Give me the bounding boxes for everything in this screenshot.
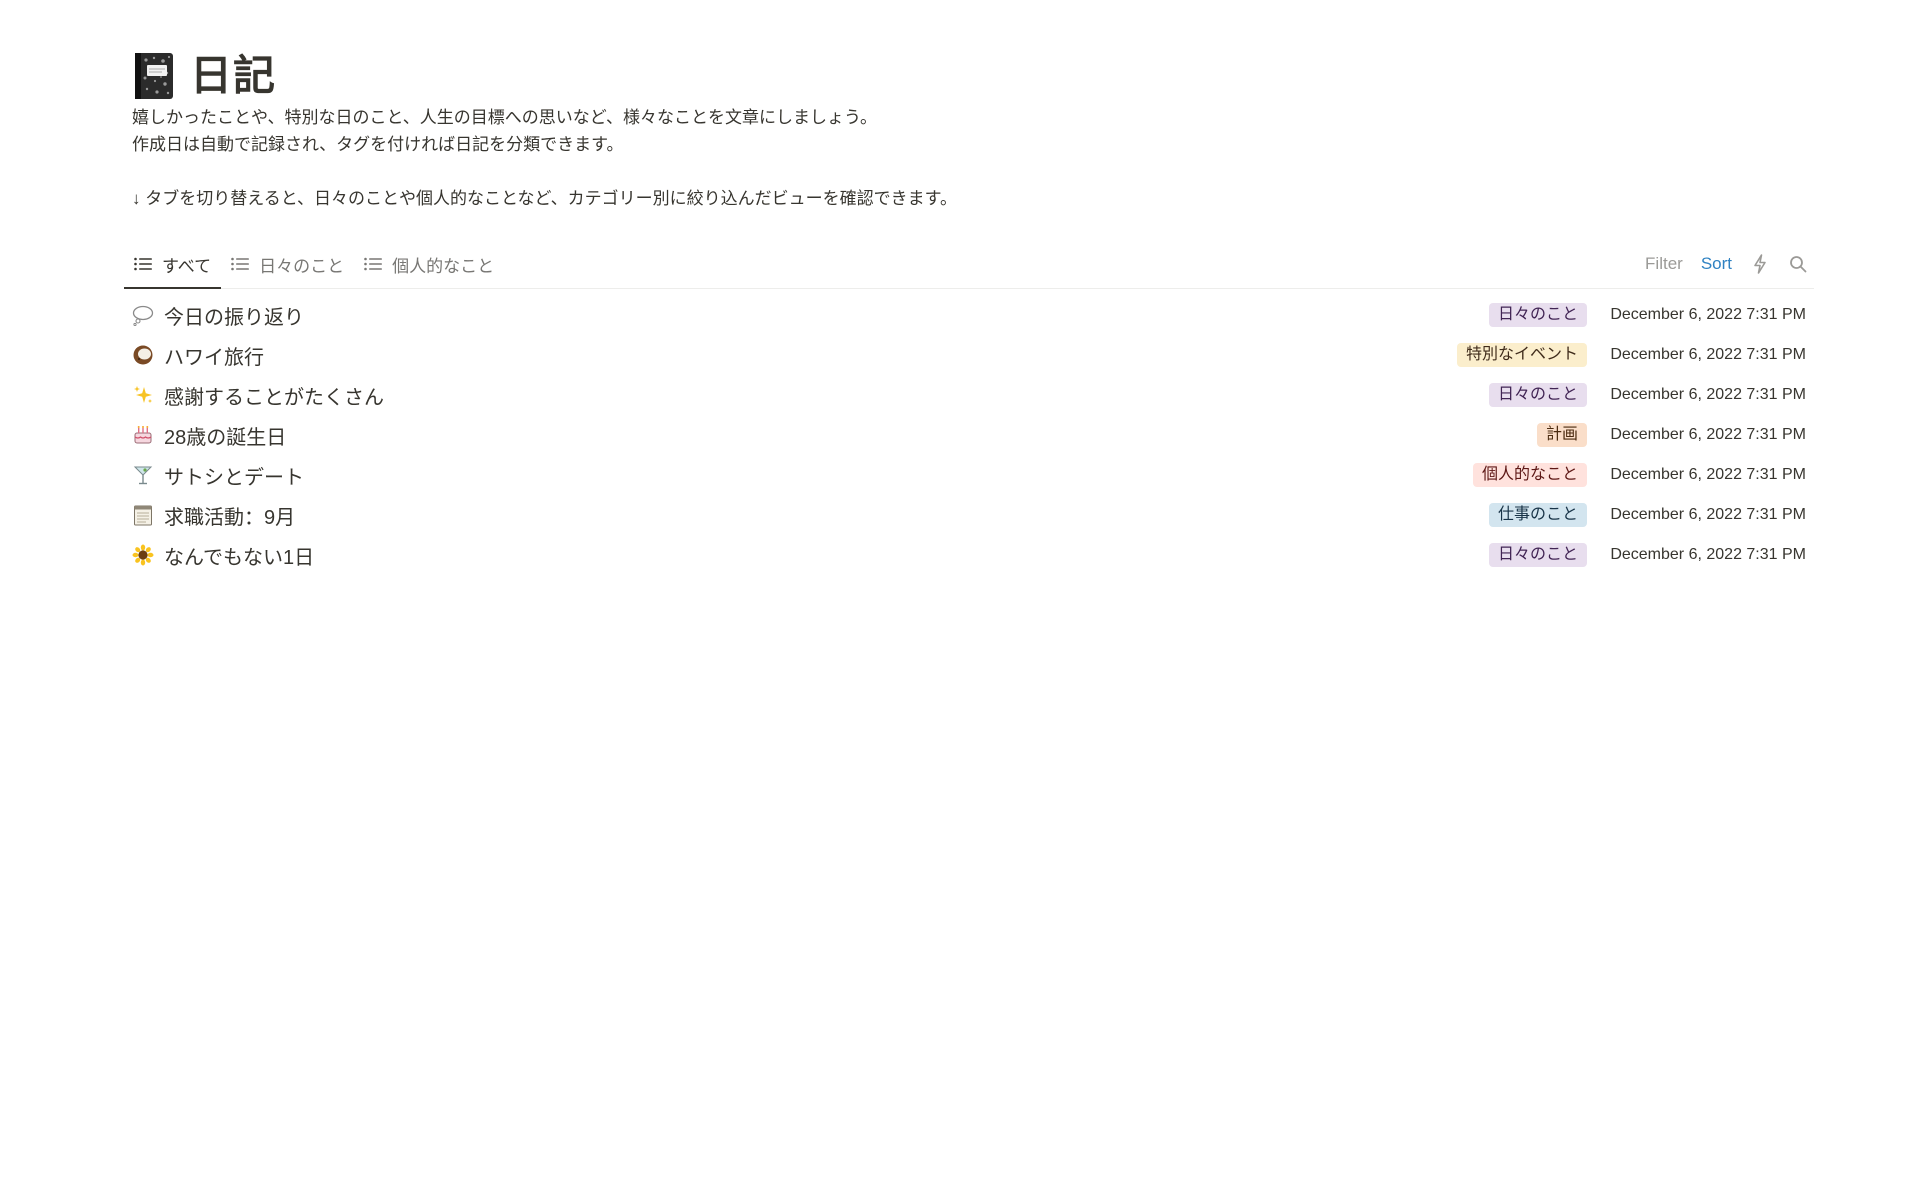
entry-title[interactable]: ハワイ旅行 xyxy=(164,341,264,370)
lightning-icon[interactable] xyxy=(1750,254,1770,274)
list-item[interactable]: 28歳の誕生日 計画 December 6, 2022 7:31 PM xyxy=(124,415,1814,455)
sunflower-icon xyxy=(132,544,154,566)
tag-badge: 計画 xyxy=(1536,423,1587,447)
entry-title[interactable]: 求職活動：9月 xyxy=(164,501,295,530)
created-date: December 6, 2022 7:31 PM xyxy=(1610,506,1806,523)
entry-list: 今日の振り返り 日々のこと December 6, 2022 7:31 PM ハ… xyxy=(124,295,1814,575)
tab-label: 個人的なこと xyxy=(392,256,495,276)
entry-title[interactable]: 今日の振り返り xyxy=(164,301,304,330)
list-item[interactable]: サトシとデート 個人的なこと December 6, 2022 7:31 PM xyxy=(124,455,1814,495)
entry-properties: 特別なイベント December 6, 2022 7:31 PM xyxy=(1456,335,1806,375)
page-title[interactable]: 日記 xyxy=(190,48,276,104)
entry-title[interactable]: 28歳の誕生日 xyxy=(164,421,286,450)
list-icon xyxy=(231,257,250,271)
search-icon[interactable] xyxy=(1788,254,1808,274)
entry-properties: 日々のこと December 6, 2022 7:31 PM xyxy=(1488,295,1806,335)
created-date: December 6, 2022 7:31 PM xyxy=(1610,346,1806,363)
entry-properties: 日々のこと December 6, 2022 7:31 PM xyxy=(1488,535,1806,575)
tag-badge: 特別なイベント xyxy=(1456,343,1587,367)
description-line: 嬉しかったことや、特別な日のこと、人生の目標への思いなど、様々なことを文章にしま… xyxy=(132,108,877,127)
list-icon xyxy=(364,257,383,271)
entry-properties: 計画 December 6, 2022 7:31 PM xyxy=(1536,415,1806,455)
sort-button[interactable]: Sort xyxy=(1701,254,1732,274)
page-description: 嬉しかったことや、特別な日のこと、人生の目標への思いなど、様々なことを文章にしま… xyxy=(132,104,1814,212)
entry-properties: 仕事のこと December 6, 2022 7:31 PM xyxy=(1488,495,1806,535)
view-toolbar: Filter Sort xyxy=(1645,240,1808,288)
notebook-icon[interactable] xyxy=(132,51,176,101)
created-date: December 6, 2022 7:31 PM xyxy=(1610,386,1806,403)
cocktail-glass-icon xyxy=(132,464,154,486)
coconut-icon xyxy=(132,344,154,366)
title-row: 日記 xyxy=(124,48,1814,104)
list-item[interactable]: なんでもない1日 日々のこと December 6, 2022 7:31 PM xyxy=(124,535,1814,575)
list-icon xyxy=(134,257,152,271)
entry-properties: 個人的なこと December 6, 2022 7:31 PM xyxy=(1472,455,1806,495)
tab-personal[interactable]: 個人的なこと xyxy=(354,240,504,288)
list-item[interactable]: 感謝することがたくさん 日々のこと December 6, 2022 7:31 … xyxy=(124,375,1814,415)
tab-label: すべて xyxy=(162,256,212,276)
entry-title[interactable]: なんでもない1日 xyxy=(164,541,314,570)
created-date: December 6, 2022 7:31 PM xyxy=(1610,306,1806,323)
created-date: December 6, 2022 7:31 PM xyxy=(1610,546,1806,563)
entry-title[interactable]: 感謝することがたくさん xyxy=(164,381,384,410)
tag-badge: 日々のこと xyxy=(1488,543,1587,567)
entry-properties: 日々のこと December 6, 2022 7:31 PM xyxy=(1488,375,1806,415)
tag-badge: 日々のこと xyxy=(1488,383,1587,407)
created-date: December 6, 2022 7:31 PM xyxy=(1610,426,1806,443)
created-date: December 6, 2022 7:31 PM xyxy=(1610,466,1806,483)
view-tabs-bar: すべて 日々のこと 個人的なこと Filter Sort xyxy=(124,240,1814,289)
tab-daily[interactable]: 日々のこと xyxy=(221,240,354,288)
tag-badge: 仕事のこと xyxy=(1488,503,1587,527)
tab-label: 日々のこと xyxy=(259,256,345,276)
sparkles-icon xyxy=(132,384,154,406)
description-line: 作成日は自動で記録され、タグを付ければ日記を分類できます。 xyxy=(132,135,624,154)
tag-badge: 日々のこと xyxy=(1488,303,1587,327)
list-item[interactable]: 今日の振り返り 日々のこと December 6, 2022 7:31 PM xyxy=(124,295,1814,335)
filter-button[interactable]: Filter xyxy=(1645,254,1683,274)
page: 日記 嬉しかったことや、特別な日のこと、人生の目標への思いなど、様々なことを文章… xyxy=(124,0,1814,575)
birthday-cake-icon xyxy=(132,424,154,446)
entry-title[interactable]: サトシとデート xyxy=(164,461,304,490)
description-line: ↓ タブを切り替えると、日々のことや個人的なことなど、カテゴリー別に絞り込んだビ… xyxy=(132,189,957,208)
notepad-icon xyxy=(132,504,154,526)
tag-badge: 個人的なこと xyxy=(1472,463,1587,487)
list-item[interactable]: ハワイ旅行 特別なイベント December 6, 2022 7:31 PM xyxy=(124,335,1814,375)
tab-all[interactable]: すべて xyxy=(124,240,222,289)
thought-balloon-icon xyxy=(132,304,154,326)
list-item[interactable]: 求職活動：9月 仕事のこと December 6, 2022 7:31 PM xyxy=(124,495,1814,535)
